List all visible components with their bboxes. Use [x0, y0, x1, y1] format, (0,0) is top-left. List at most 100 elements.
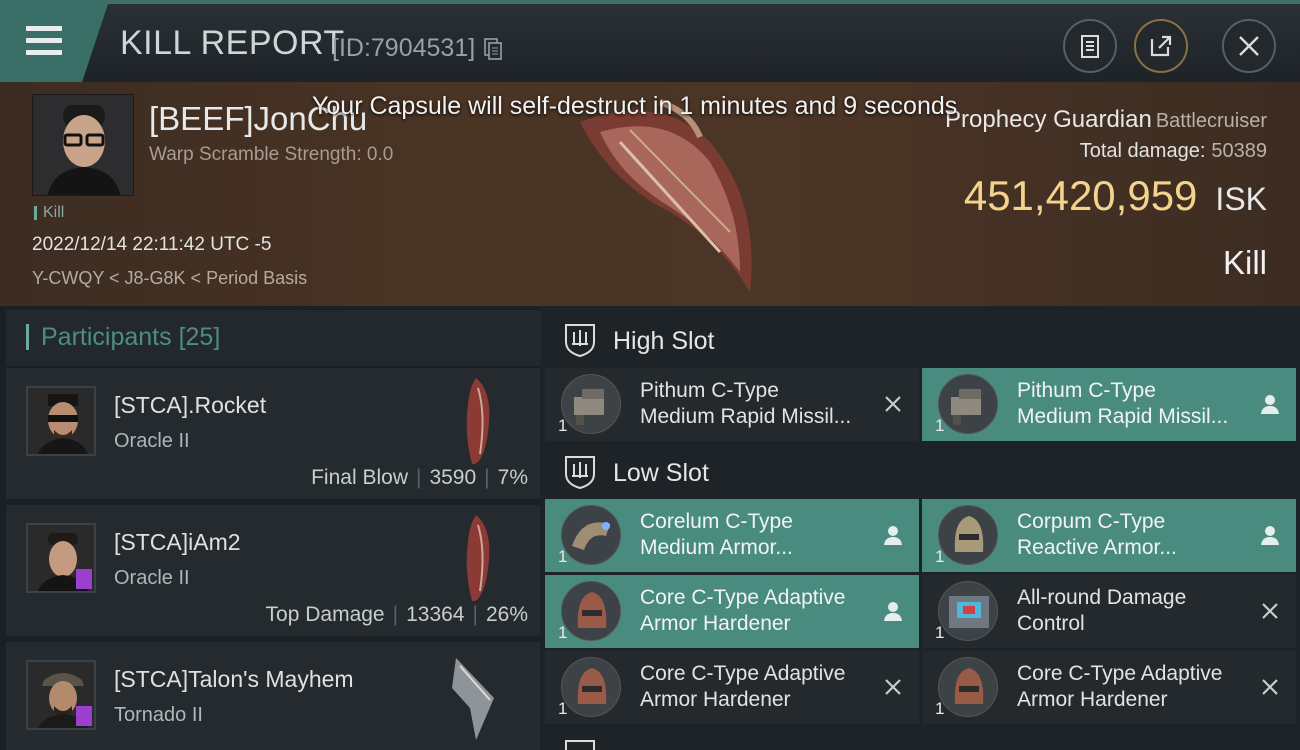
module-card[interactable]: 1 Corpum C-Type Reactive Armor... [922, 499, 1296, 572]
participant-name: [STCA].Rocket [114, 392, 267, 418]
participant-ship-image [466, 515, 490, 602]
participant-portrait [26, 523, 96, 593]
participant-stats: Final Blow | 3590 | 7% [311, 466, 528, 489]
participant-ship: Tornado II [114, 704, 203, 726]
participant-name: [STCA]iAm2 [114, 529, 241, 555]
participant-row[interactable]: [STCA]iAm2 Oracle II Top Damage | 13364 | 26… [6, 505, 540, 639]
participants-header[interactable]: Participants [25] [6, 310, 541, 366]
victim-panel: [BEEF]JonChu Warp Scramble Strength: 0.0… [0, 82, 1300, 306]
participants-count: [25] [178, 323, 221, 351]
module-quantity: 1 [935, 416, 945, 435]
module-card[interactable]: 1 Pithum C-Type Medium Rapid Missil... [922, 368, 1296, 441]
high-slot-icon [565, 324, 595, 358]
module-icon [561, 581, 621, 641]
module-name: All-round Damage Control [1017, 586, 1187, 635]
high-slot-header: High Slot [545, 310, 1300, 368]
kill-location[interactable]: Y-CWQY < J8-G8K < Period Basis [32, 268, 307, 289]
low-slot-header: Low Slot [545, 442, 1300, 500]
participant-name: [STCA]Talon's Mayhem [114, 666, 354, 692]
participant-row[interactable]: [STCA].Rocket Oracle II Final Blow | 3590 |… [6, 368, 540, 502]
module-name: Pithum C-Type Medium Rapid Missil... [640, 379, 852, 428]
fitting-panel: High Slot 1 Pithum C-Type Medium Rapid Mi… [541, 306, 1300, 750]
warp-scramble-strength: Warp Scramble Strength: 0.0 [149, 144, 394, 165]
menu-button[interactable] [0, 4, 108, 82]
module-quantity: 1 [558, 547, 568, 566]
module-name: Corelum C-Type Medium Armor... [640, 510, 793, 559]
destroyed-x-icon [1262, 603, 1278, 619]
total-damage-value: 50389 [1211, 140, 1267, 162]
module-icon [561, 657, 621, 717]
isk-unit: ISK [1215, 181, 1267, 217]
clipboard-icon [1081, 35, 1099, 58]
participant-stats: Top Damage | 13364 | 26% [265, 603, 528, 626]
total-damage: Total damage: 50389 [1080, 140, 1267, 163]
isk-value: 451,420,959 ISK [964, 172, 1267, 220]
share-icon [1150, 35, 1172, 57]
module-card[interactable]: 1 Core C-Type Adaptive Armor Hardener [545, 651, 919, 724]
victim-ship[interactable]: Prophecy Guardian Battlecruiser [945, 106, 1267, 134]
page-title: KILL REPORT [120, 24, 345, 62]
module-name: Core C-Type Adaptive Armor Hardener [640, 586, 846, 635]
module-icon [561, 505, 621, 565]
module-icon [938, 374, 998, 434]
low-slot-icon [565, 456, 595, 490]
module-card[interactable]: 1 Core C-Type Adaptive Armor Hardener [545, 575, 919, 648]
participant-row[interactable]: [STCA]Talon's Mayhem Tornado II [6, 642, 540, 750]
module-quantity: 1 [935, 699, 945, 718]
module-name: Core C-Type Adaptive Armor Hardener [1017, 662, 1223, 711]
victim-ship-class: Battlecruiser [1155, 110, 1267, 132]
participant-percent: 26% [485, 603, 528, 626]
module-card[interactable]: 1 All-round Damage Control [922, 575, 1296, 648]
participants-title: Participants [25] [26, 324, 220, 350]
top-bar: KILL REPORT [ID:7904531] [0, 0, 1300, 82]
destroyed-x-icon [885, 679, 901, 695]
self-destruct-notice: Your Capsule will self-destruct in 1 min… [312, 92, 958, 120]
module-card[interactable]: 1 Pithum C-Type Medium Rapid Missil... [545, 368, 919, 441]
victim-ship-name: Prophecy Guardian [945, 106, 1152, 133]
dropped-person-icon [1261, 526, 1279, 545]
clipboard-button[interactable] [1063, 19, 1117, 73]
total-damage-label: Total damage: [1079, 140, 1206, 162]
hamburger-icon [26, 26, 62, 56]
next-slot-header [545, 730, 1300, 750]
close-icon [1239, 36, 1259, 56]
participant-ship-image [452, 658, 494, 740]
high-slot-label: High Slot [613, 327, 715, 355]
participants-panel: Participants [25] [STCA].Rocket Oracle I… [0, 306, 541, 750]
low-slot-label: Low Slot [613, 459, 709, 487]
badge-icon [76, 569, 92, 589]
module-name: Core C-Type Adaptive Armor Hardener [640, 662, 846, 711]
kill-result: Kill [1222, 244, 1267, 281]
slot-icon [565, 740, 595, 750]
share-button[interactable] [1134, 19, 1188, 73]
module-icon [938, 657, 998, 717]
module-quantity: 1 [558, 623, 568, 642]
module-icon [938, 505, 998, 565]
participant-portrait [26, 386, 96, 456]
destroyed-x-icon [885, 396, 901, 412]
dropped-person-icon [1261, 395, 1279, 414]
participant-ship-image [466, 378, 490, 465]
module-quantity: 1 [935, 547, 945, 566]
participant-damage: 13364 [406, 603, 465, 626]
participant-damage: 3590 [429, 466, 477, 489]
report-id: [ID:7904531] [332, 34, 476, 62]
participant-role: Final Blow [311, 466, 408, 489]
module-quantity: 1 [935, 623, 945, 642]
module-icon [938, 581, 998, 641]
module-icon [561, 374, 621, 434]
module-card[interactable]: 1 Corelum C-Type Medium Armor... [545, 499, 919, 572]
module-quantity: 1 [558, 699, 568, 718]
destroyed-x-icon [1262, 679, 1278, 695]
copy-icon[interactable] [484, 38, 502, 60]
participant-portrait [26, 660, 96, 730]
close-button[interactable] [1222, 19, 1276, 73]
participant-ship: Oracle II [114, 567, 190, 589]
participant-role: Top Damage [265, 603, 385, 626]
participant-ship: Oracle II [114, 430, 190, 452]
kill-tag: Kill [34, 205, 64, 221]
module-name: Pithum C-Type Medium Rapid Missil... [1017, 379, 1229, 428]
module-card[interactable]: 1 Core C-Type Adaptive Armor Hardener [922, 651, 1296, 724]
victim-portrait[interactable] [32, 94, 134, 196]
dropped-person-icon [884, 526, 902, 545]
